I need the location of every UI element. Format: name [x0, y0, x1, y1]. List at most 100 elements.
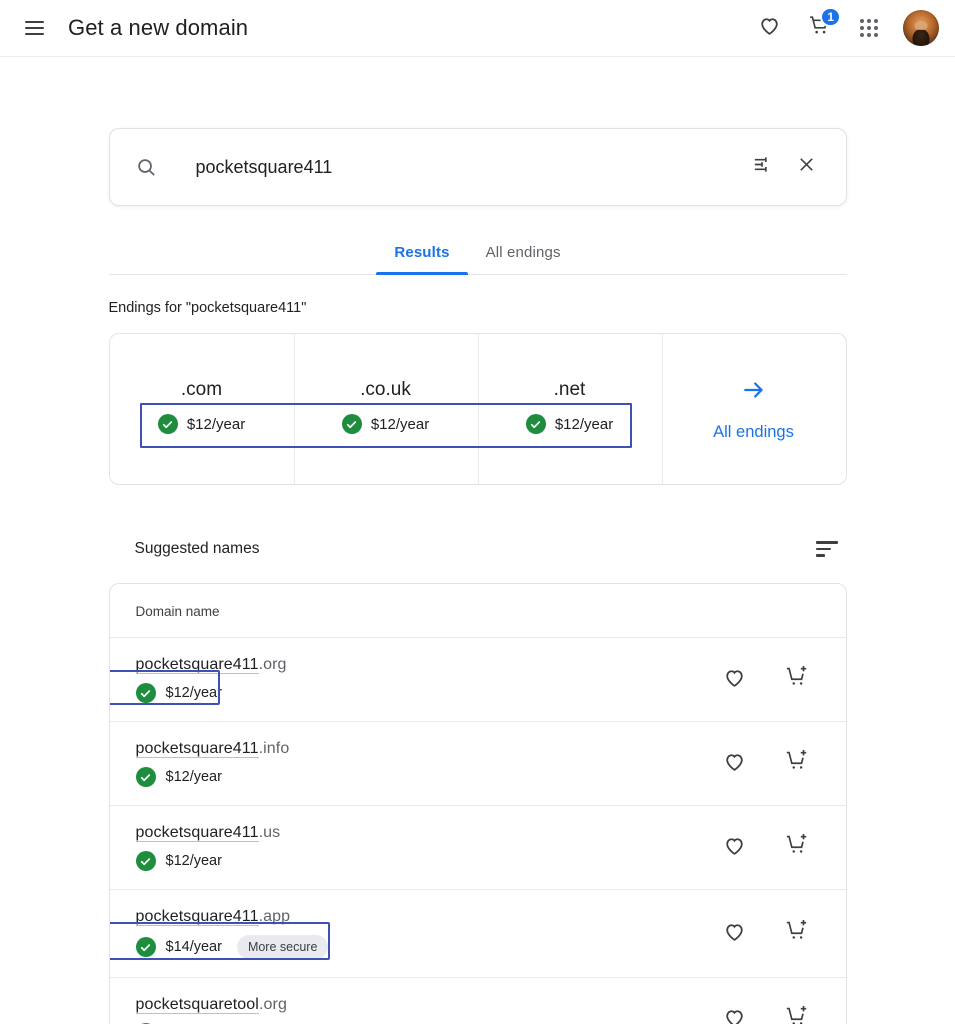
row-price: $12/year	[136, 767, 718, 787]
tab-all-endings[interactable]: All endings	[468, 230, 579, 274]
column-header-domain-name: Domain name	[110, 584, 846, 638]
table-row[interactable]: pocketsquare411.us $12/year	[110, 806, 846, 890]
favorite-button[interactable]	[718, 747, 752, 781]
domain-sld: pocketsquare411	[136, 908, 259, 926]
table-row[interactable]: pocketsquare411.org $12/year	[110, 638, 846, 722]
favorite-button[interactable]	[718, 1003, 752, 1024]
ending-price-text: $12/year	[555, 416, 613, 433]
row-actions	[718, 1003, 822, 1024]
heart-outline-icon	[722, 665, 747, 695]
search-tune-button[interactable]	[746, 150, 780, 184]
suggested-names-header: Suggested names	[109, 531, 847, 567]
domain-sld: pocketsquaretool	[136, 996, 259, 1014]
heart-icon	[757, 13, 782, 43]
domain-tld: .org	[259, 656, 287, 673]
all-endings-label: All endings	[713, 423, 794, 442]
add-to-cart-icon	[784, 832, 810, 863]
row-content: pocketsquare411.info $12/year	[136, 740, 718, 787]
add-to-cart-icon	[784, 918, 810, 949]
available-check-icon	[136, 683, 156, 703]
available-check-icon	[158, 414, 178, 434]
apps-grid-icon	[860, 19, 878, 37]
table-row[interactable]: pocketsquare411.app $14/year More secure	[110, 890, 846, 978]
row-actions	[718, 831, 822, 865]
suggested-names-title: Suggested names	[135, 540, 260, 558]
favorite-button[interactable]	[718, 917, 752, 951]
ending-tld-label: .com	[181, 379, 222, 401]
domain-name: pocketsquare411.app	[136, 908, 718, 926]
ending-card-net[interactable]: .net $12/year	[478, 334, 662, 484]
ending-tld-label: .net	[554, 379, 586, 401]
domain-sld: pocketsquare411	[136, 824, 259, 842]
sort-button[interactable]	[809, 531, 845, 567]
row-content: pocketsquare411.us $12/year	[136, 824, 718, 871]
available-check-icon	[136, 937, 156, 957]
row-content: pocketsquaretool.org $12/year	[136, 996, 718, 1024]
row-price: $12/year	[136, 683, 718, 703]
domain-name: pocketsquare411.us	[136, 824, 718, 842]
more-secure-chip: More secure	[237, 935, 328, 959]
favorite-button[interactable]	[718, 831, 752, 865]
available-check-icon	[526, 414, 546, 434]
domain-tld: .us	[259, 824, 281, 841]
favorite-button[interactable]	[718, 663, 752, 697]
row-price: $12/year	[136, 851, 718, 871]
domain-tld: .info	[259, 740, 290, 757]
heart-outline-icon	[722, 919, 747, 949]
row-price: $14/year More secure	[136, 935, 718, 959]
heart-outline-icon	[722, 1005, 747, 1024]
user-avatar[interactable]	[903, 10, 939, 46]
add-to-cart-button[interactable]	[780, 831, 814, 865]
row-content: pocketsquare411.org $12/year	[136, 656, 718, 703]
add-to-cart-icon	[784, 1004, 810, 1024]
arrow-right-icon	[740, 376, 768, 409]
domain-sld: pocketsquare411	[136, 740, 259, 758]
cart-count-badge: 1	[820, 7, 841, 27]
heart-outline-icon	[722, 833, 747, 863]
endings-section-label: Endings for "pocketsquare411"	[109, 300, 847, 316]
ending-card-com[interactable]: .com $12/year	[110, 334, 294, 484]
ending-price-text: $12/year	[371, 416, 429, 433]
sort-icon	[816, 541, 838, 557]
all-endings-button[interactable]: All endings	[662, 334, 846, 484]
close-x-icon	[796, 154, 817, 180]
results-tabs: Results All endings	[109, 230, 847, 275]
row-actions	[718, 917, 822, 951]
page-title: Get a new domain	[68, 15, 248, 41]
domain-tld: .app	[259, 908, 291, 925]
ending-card-couk[interactable]: .co.uk $12/year	[294, 334, 478, 484]
add-to-cart-icon	[784, 748, 810, 779]
content-column: Results All endings Endings for "pockets…	[109, 128, 847, 1024]
add-to-cart-button[interactable]	[780, 1003, 814, 1024]
row-price-text: $14/year	[166, 939, 222, 955]
search-icon[interactable]	[134, 156, 160, 179]
add-to-cart-button[interactable]	[780, 663, 814, 697]
add-to-cart-button[interactable]	[780, 917, 814, 951]
tab-results[interactable]: Results	[376, 230, 467, 274]
row-content: pocketsquare411.app $14/year More secure	[136, 908, 718, 959]
add-to-cart-button[interactable]	[780, 747, 814, 781]
available-check-icon	[136, 767, 156, 787]
row-price-text: $12/year	[166, 769, 222, 785]
ending-price-text: $12/year	[187, 416, 245, 433]
hamburger-menu-button[interactable]	[14, 8, 54, 48]
ending-price: $12/year	[342, 414, 429, 434]
ending-price: $12/year	[526, 414, 613, 434]
row-price-text: $12/year	[166, 853, 222, 869]
available-check-icon	[342, 414, 362, 434]
search-input[interactable]	[196, 157, 736, 178]
table-row[interactable]: pocketsquaretool.org $12/year	[110, 978, 846, 1024]
header-favorites-button[interactable]	[749, 8, 789, 48]
search-clear-button[interactable]	[790, 150, 824, 184]
domain-name: pocketsquaretool.org	[136, 996, 718, 1014]
google-apps-button[interactable]	[849, 8, 889, 48]
domain-sld: pocketsquare411	[136, 656, 259, 674]
row-actions	[718, 663, 822, 697]
domain-search-box[interactable]	[109, 128, 847, 206]
ending-tld-label: .co.uk	[360, 379, 411, 401]
heart-outline-icon	[722, 749, 747, 779]
table-row[interactable]: pocketsquare411.info $12/year	[110, 722, 846, 806]
endings-card: .com $12/year .co.uk $12/year	[109, 333, 847, 485]
tune-filter-icon	[751, 153, 774, 181]
header-cart-button[interactable]: 1	[799, 8, 839, 48]
